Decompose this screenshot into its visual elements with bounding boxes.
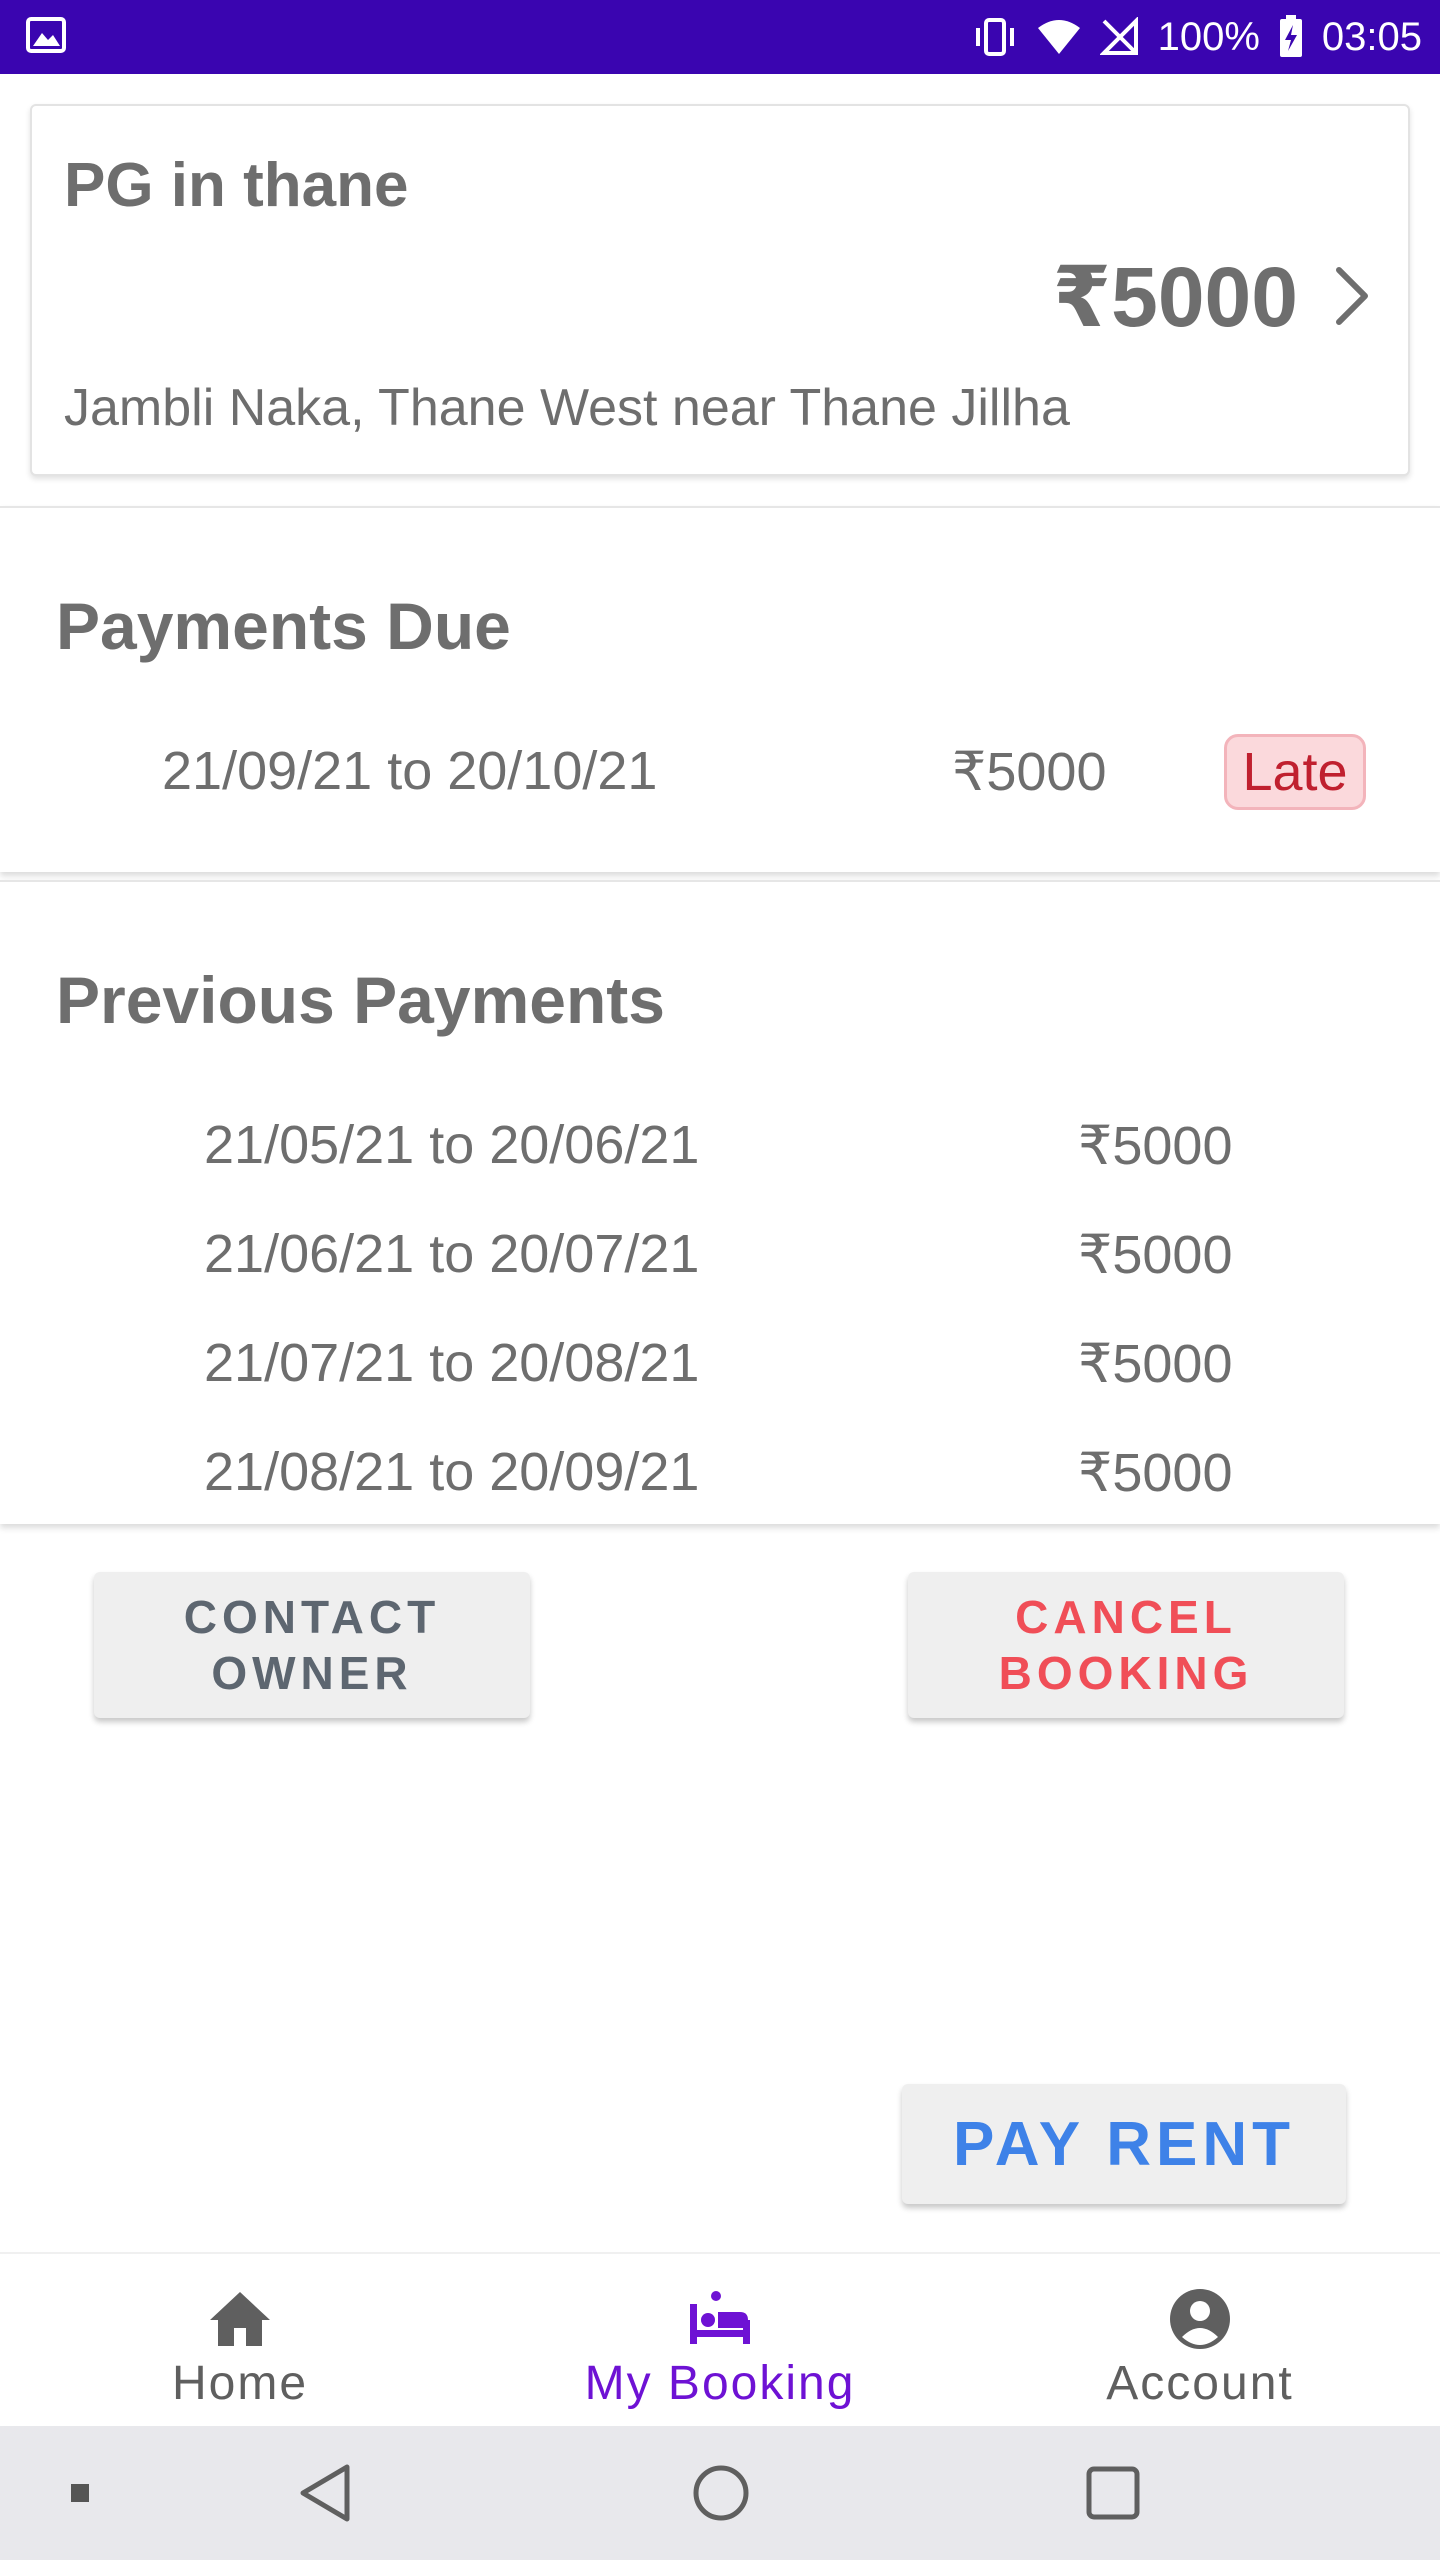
- nav-label-home: Home: [171, 2357, 309, 2410]
- payment-amount: ₹5000: [1078, 1443, 1233, 1503]
- due-amount: ₹5000: [952, 742, 1107, 802]
- status-bar: 100% 03:05: [0, 0, 1440, 74]
- due-period: 21/09/21 to 20/10/21: [162, 741, 658, 801]
- previous-payment-row: 21/07/21 to 20/08/21 ₹5000: [0, 1332, 1440, 1412]
- back-icon[interactable]: [280, 2426, 370, 2560]
- contact-owner-label: CONTACT OWNER: [183, 1591, 441, 1699]
- previous-payment-row: 21/08/21 to 20/09/21 ₹5000: [0, 1441, 1440, 1521]
- my-booking-screen: 100% 03:05 PG in thane ₹5000 Jambli Naka…: [0, 0, 1440, 2560]
- pay-rent-label: PAY RENT: [952, 2109, 1296, 2179]
- payment-amount: ₹5000: [1078, 1116, 1233, 1176]
- payments-due-section: Payments Due 21/09/21 to 20/10/21 ₹5000 …: [0, 506, 1440, 872]
- system-navigation-bar: [0, 2426, 1440, 2560]
- square-dot-icon: [60, 2426, 100, 2560]
- wifi-icon: [1036, 18, 1082, 56]
- property-address: Jambli Naka, Thane West near Thane Jillh…: [64, 379, 1070, 437]
- previous-payment-row: 21/06/21 to 20/07/21 ₹5000: [0, 1223, 1440, 1303]
- payment-period: 21/08/21 to 20/09/21: [204, 1442, 700, 1502]
- payment-period: 21/07/21 to 20/08/21: [204, 1333, 700, 1393]
- previous-payments-section: Previous Payments 21/05/21 to 20/06/21 ₹…: [0, 880, 1440, 1524]
- late-status-badge: Late: [1224, 734, 1366, 810]
- bottom-navigation: Home My Booking Account: [0, 2252, 1440, 2426]
- previous-payment-row: 21/05/21 to 20/06/21 ₹5000: [0, 1114, 1440, 1194]
- battery-charging-icon: [1278, 15, 1304, 59]
- home-icon: [208, 2284, 272, 2354]
- account-circle-icon: [1168, 2284, 1232, 2354]
- nav-item-my-booking[interactable]: My Booking: [480, 2254, 960, 2428]
- cancel-booking-button[interactable]: CANCEL BOOKING: [908, 1572, 1344, 1718]
- property-title: PG in thane: [64, 151, 409, 220]
- no-sim-icon: [1099, 17, 1140, 57]
- property-card[interactable]: PG in thane ₹5000 Jambli Naka, Thane Wes…: [30, 104, 1410, 476]
- nav-label-account: Account: [1106, 2357, 1294, 2410]
- contact-owner-button[interactable]: CONTACT OWNER: [94, 1572, 530, 1718]
- nav-label-my-booking: My Booking: [584, 2357, 856, 2410]
- pay-rent-button[interactable]: PAY RENT: [902, 2084, 1346, 2204]
- previous-payments-title: Previous Payments: [56, 963, 665, 1037]
- recents-icon[interactable]: [1068, 2426, 1158, 2560]
- cancel-booking-label: CANCEL BOOKING: [998, 1591, 1254, 1699]
- nav-item-account[interactable]: Account: [960, 2254, 1440, 2428]
- vibrate-icon: [972, 17, 1018, 57]
- payment-amount: ₹5000: [1078, 1225, 1233, 1285]
- payment-amount: ₹5000: [1078, 1334, 1233, 1394]
- battery-percent: 100%: [1157, 14, 1260, 59]
- chevron-right-icon[interactable]: [1316, 256, 1386, 336]
- property-price: ₹5000: [1052, 250, 1298, 344]
- home-circle-icon[interactable]: [676, 2426, 766, 2560]
- bed-icon: [688, 2284, 752, 2354]
- gallery-icon: [26, 16, 66, 58]
- payment-period: 21/06/21 to 20/07/21: [204, 1224, 700, 1284]
- payment-period: 21/05/21 to 20/06/21: [204, 1115, 700, 1175]
- nav-item-home[interactable]: Home: [0, 2254, 480, 2428]
- status-time: 03:05: [1321, 14, 1422, 59]
- payments-due-title: Payments Due: [56, 589, 511, 663]
